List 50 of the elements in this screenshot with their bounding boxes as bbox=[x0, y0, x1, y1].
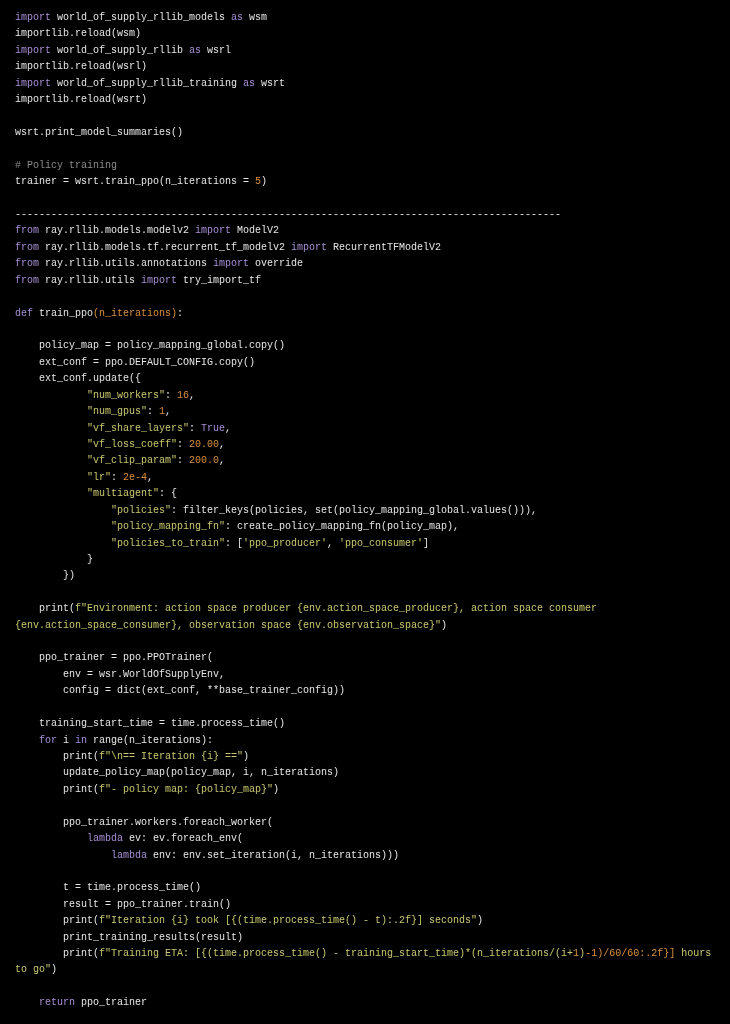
code-line: } bbox=[86, 552, 93, 567]
code-line: policy_map = policy_mapping_global.copy() bbox=[38, 339, 286, 354]
code-line: trainer = wsrt.train_ppo(n_iterations = 5) bbox=[15, 175, 268, 190]
code-line: print_training_results(result) bbox=[62, 930, 244, 945]
code-line: to go") bbox=[15, 963, 58, 978]
code-line: "policies": filter_keys(policies, set(policy_mapping_global.values())), bbox=[110, 503, 538, 518]
code-line: print(f"Environment: action space producer {env.action_space_producer}, action space consumer bbox=[38, 602, 598, 617]
code-line: result = ppo_trainer.train() bbox=[62, 897, 232, 912]
code-line: {env.action_space_consumer}, observation space {env.observation_space}") bbox=[15, 618, 448, 633]
code-line: t = time.process_time() bbox=[62, 881, 202, 896]
code-line: ext_conf = ppo.DEFAULT_CONFIG.copy() bbox=[38, 355, 256, 370]
code-line: # Policy training bbox=[15, 158, 118, 173]
code-line: return ppo_trainer bbox=[38, 996, 148, 1011]
code-line: ext_conf.update({ bbox=[38, 372, 142, 387]
code-line: print(f"- policy map: {policy_map}") bbox=[62, 782, 280, 797]
code-line: importlib.reload(wsrl) bbox=[15, 60, 148, 75]
code-line: from ray.rllib.utils import try_import_tf bbox=[15, 273, 262, 288]
code-line: "policy_mapping_fn": create_policy_mapping_fn(policy_map), bbox=[110, 520, 460, 535]
code-line: }) bbox=[62, 569, 75, 584]
code-line: "num_workers": 16, bbox=[86, 388, 196, 403]
code-line: importlib.reload(wsm) bbox=[15, 27, 142, 42]
code-line: print(f"\n== Iteration {i} ==") bbox=[62, 750, 250, 764]
code-line: import world_of_supply_rllib_models as wsm bbox=[15, 11, 268, 25]
code-line: env = wsr.WorldOfSupplyEnv, bbox=[62, 667, 226, 682]
code-line: for i in range(n_iterations): bbox=[38, 733, 214, 748]
code-line: importlib.reload(wsrt) bbox=[15, 93, 148, 108]
code-line: from ray.rllib.utils.annotations import override bbox=[15, 257, 304, 272]
code-line: ------------------------------------------------------------------------------------------- bbox=[15, 208, 562, 223]
code-line: lambda env: env.set_iteration(i, n_iterations))) bbox=[110, 848, 400, 863]
code-line: wsrt.print_model_summaries() bbox=[15, 125, 184, 140]
code-line: "multiagent": { bbox=[86, 487, 178, 502]
code-line: "vf_loss_coeff": 20.00, bbox=[86, 437, 226, 452]
code-line: lambda ev: ev.foreach_env( bbox=[86, 832, 244, 847]
code-line: import world_of_supply_rllib_training as wsrt bbox=[15, 76, 286, 91]
code-line: "num_gpus": 1, bbox=[86, 405, 172, 420]
code-line: "vf_share_layers": True, bbox=[86, 421, 232, 436]
code-line: "policies_to_train": ['ppo_producer', 'ppo_consumer'] bbox=[110, 536, 430, 551]
code-line: training_start_time = time.process_time() bbox=[38, 717, 286, 732]
code-line: "lr": 2e-4, bbox=[86, 470, 154, 485]
code-line: import world_of_supply_rllib as wsrl bbox=[15, 43, 232, 58]
code-line: print(f"Training ETA: [{(time.process_time() - training_start_time)*(n_iterations/(i+1)-1)/60/60:.2f}] hours bbox=[62, 947, 712, 962]
code-line: ppo_trainer.workers.foreach_worker( bbox=[62, 815, 274, 830]
code-line: update_policy_map(policy_map, i, n_iterations) bbox=[62, 766, 340, 781]
code-line: from ray.rllib.models.tf.recurrent_tf_modelv2 import RecurrentTFModelV2 bbox=[15, 240, 442, 255]
code-line: "vf_clip_param": 200.0, bbox=[86, 454, 226, 469]
code-line: ppo_trainer = ppo.PPOTrainer( bbox=[38, 651, 214, 666]
code-line: from ray.rllib.models.modelv2 import ModelV2 bbox=[15, 224, 280, 239]
code-line: print(f"Iteration {i} took [{(time.process_time() - t):.2f}] seconds") bbox=[62, 914, 484, 929]
code-line: config = dict(ext_conf, **base_trainer_config)) bbox=[62, 684, 346, 699]
code-line: def train_ppo(n_iterations): bbox=[15, 306, 184, 321]
